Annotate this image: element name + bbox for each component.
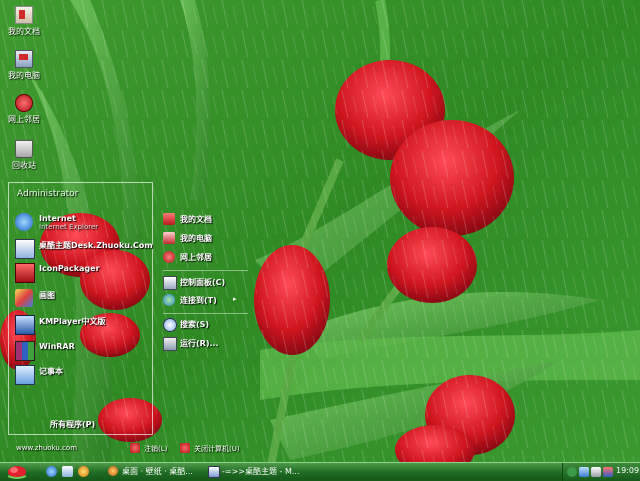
start-item-control-panel[interactable]: 控制面板(C) xyxy=(163,276,248,290)
recycle-bin-icon xyxy=(15,140,33,158)
desktop-icon-label: 回收站 xyxy=(12,161,36,170)
start-item-run[interactable]: 运行(R)... xyxy=(163,337,248,351)
program-item-internet[interactable]: Internet Internet Explorer xyxy=(15,213,150,231)
start-menu-separator xyxy=(163,270,248,271)
start-menu-user-name: Administrator xyxy=(17,189,79,199)
desktop-icon-my-computer[interactable]: 我的电脑 xyxy=(4,50,44,81)
quicklaunch-desktop-icon[interactable] xyxy=(62,466,73,477)
task-label: -=>>桌酷主题 - M... xyxy=(222,467,300,476)
tray-security-icon[interactable] xyxy=(603,467,613,477)
program-item-kmplayer[interactable]: KMPlayer中文版 xyxy=(15,315,150,335)
search-icon xyxy=(163,318,177,332)
start-item-search[interactable]: 搜索(S) xyxy=(163,318,248,332)
program-item-paint[interactable]: 画图 xyxy=(15,289,150,307)
shutdown-icon xyxy=(180,443,190,453)
start-menu-programs-pane: Administrator Internet Internet Explorer… xyxy=(8,182,153,435)
iconpackager-icon xyxy=(15,263,35,283)
winrar-icon xyxy=(15,341,35,361)
internet-explorer-icon xyxy=(15,213,33,231)
start-item-label: 我的电脑 xyxy=(180,234,212,243)
my-computer-icon xyxy=(15,50,33,68)
run-icon xyxy=(163,337,177,351)
quicklaunch-ie-icon[interactable] xyxy=(46,466,57,477)
start-item-label: 我的文档 xyxy=(180,215,212,224)
my-documents-icon xyxy=(163,213,175,225)
desktop-icon-recycle-bin[interactable]: 回收站 xyxy=(4,140,44,171)
logoff-icon xyxy=(130,443,140,453)
task-label: 桌面 · 壁纸 · 桌酷... xyxy=(122,467,193,476)
tray-volume-icon[interactable] xyxy=(591,467,601,477)
start-item-my-computer[interactable]: 我的电脑 xyxy=(163,232,248,246)
browser-icon xyxy=(108,466,118,476)
desktop-icon-network-places[interactable]: 网上邻居 xyxy=(4,94,44,125)
program-title: 记事本 xyxy=(39,367,63,376)
connect-to-icon xyxy=(163,294,175,306)
program-title: WinRAR xyxy=(39,342,75,351)
program-item-zhuoku-theme[interactable]: 桌酷主题Desk.Zhuoku.Com xyxy=(15,239,153,259)
start-item-network-places[interactable]: 网上邻居 xyxy=(163,251,248,265)
start-item-label: 搜索(S) xyxy=(180,320,210,329)
tulip-start-icon xyxy=(7,466,27,479)
logoff-label: 注销(L) xyxy=(144,445,168,453)
shutdown-label: 关闭计算机(U) xyxy=(194,445,240,453)
all-programs-button[interactable]: 所有程序(P) xyxy=(50,419,95,430)
program-title: 桌酷主题Desk.Zhuoku.Com xyxy=(39,241,153,250)
program-item-winrar[interactable]: WinRAR xyxy=(15,341,150,361)
start-button[interactable] xyxy=(3,464,31,479)
paint-icon xyxy=(15,289,33,307)
kmplayer-icon xyxy=(15,315,35,335)
program-title: IconPackager xyxy=(39,264,100,273)
start-menu: Administrator Internet Internet Explorer… xyxy=(8,182,253,458)
program-title: 画图 xyxy=(39,291,55,300)
start-item-label: 网上邻居 xyxy=(180,253,212,262)
taskbar: 桌面 · 壁纸 · 桌酷... -=>>桌酷主题 - M... 19:09 xyxy=(0,462,640,481)
site-watermark: www.zhuoku.com xyxy=(16,444,78,452)
window-icon xyxy=(208,466,220,478)
submenu-arrow-icon: ▸ xyxy=(233,295,237,303)
desktop-icon-label: 我的电脑 xyxy=(8,71,40,80)
desktop-icon-label: 我的文档 xyxy=(8,27,40,36)
quicklaunch-media-icon[interactable] xyxy=(78,466,89,477)
taskbar-clock[interactable]: 19:09 xyxy=(616,466,639,475)
program-subtitle: Internet Explorer xyxy=(39,223,99,231)
program-item-iconpackager[interactable]: IconPackager xyxy=(15,263,150,283)
start-item-label: 连接到(T) xyxy=(180,296,217,305)
program-title: Internet xyxy=(39,214,76,223)
network-places-icon xyxy=(163,251,175,263)
start-item-my-documents[interactable]: 我的文档 xyxy=(163,213,248,227)
start-menu-separator xyxy=(163,313,248,314)
desktop-icon-my-documents[interactable]: 我的文档 xyxy=(4,6,44,37)
network-places-icon xyxy=(15,94,33,112)
tray-network-icon[interactable] xyxy=(579,467,589,477)
zhuoku-theme-icon xyxy=(15,239,35,259)
start-item-label: 运行(R)... xyxy=(180,339,219,348)
program-item-notepad[interactable]: 记事本 xyxy=(15,365,150,385)
start-item-label: 控制面板(C) xyxy=(180,278,226,287)
system-tray: 19:09 xyxy=(562,463,640,481)
tray-arrow-icon[interactable] xyxy=(567,467,577,477)
notepad-icon xyxy=(15,365,35,385)
my-documents-icon xyxy=(15,6,33,24)
my-computer-icon xyxy=(163,232,175,244)
program-title: KMPlayer中文版 xyxy=(39,317,106,326)
control-panel-icon xyxy=(163,276,177,290)
desktop-icon-label: 网上邻居 xyxy=(8,115,40,124)
